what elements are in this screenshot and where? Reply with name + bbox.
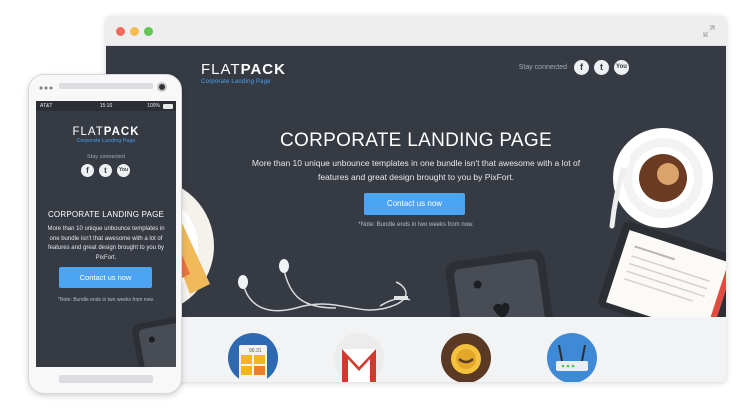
browser-titlebar bbox=[106, 16, 726, 46]
coffee-app-icon bbox=[441, 333, 491, 382]
phone-screen: AT&T 15:10 100% FLATPACK Corporate Landi… bbox=[36, 101, 176, 367]
earphone-jack bbox=[394, 296, 408, 300]
calculator-app-icon: 90.31 bbox=[228, 333, 278, 382]
hero-title: CORPORATE LANDING PAGE bbox=[280, 130, 552, 151]
mobile-twitter-icon[interactable]: t bbox=[99, 164, 112, 177]
mobile-stay-connected-label: Stay connected bbox=[87, 154, 125, 160]
mobile-logo-wordmark: FLATPACK bbox=[72, 126, 140, 138]
tablet-illustration bbox=[598, 221, 726, 317]
phone-speaker bbox=[59, 83, 153, 89]
mobile-bundle-note: *Note: Bundle ends in two weeks from now… bbox=[57, 297, 155, 303]
logo-subtitle: Corporate Landing Page bbox=[201, 79, 271, 85]
mobile-logo[interactable]: FLATPACK Corporate Landing Page bbox=[36, 126, 176, 145]
gmail-app-icon bbox=[334, 333, 384, 382]
battery-icon bbox=[163, 104, 173, 109]
hero-section: FLATPACK Corporate Landing Page Stay con… bbox=[106, 46, 726, 317]
earbud-right bbox=[279, 259, 289, 273]
svg-text:90.31: 90.31 bbox=[249, 348, 262, 354]
speaker-grille-icon bbox=[39, 86, 53, 90]
apps-section: 90.31 bbox=[106, 317, 726, 382]
mobile-facebook-icon[interactable]: f bbox=[81, 164, 94, 177]
iphone-illustration bbox=[445, 250, 555, 317]
mobile-social-links: f t You bbox=[81, 164, 131, 178]
desktop-logo[interactable]: FLATPACK Corporate Landing Page bbox=[201, 62, 286, 86]
facebook-icon[interactable]: f bbox=[574, 60, 589, 75]
stay-connected-label: Stay connected bbox=[518, 64, 567, 71]
mobile-youtube-icon[interactable]: You bbox=[117, 164, 130, 177]
phone-camera bbox=[157, 82, 167, 92]
close-window-button[interactable] bbox=[116, 27, 125, 36]
battery-label: 100% bbox=[147, 103, 160, 109]
contact-us-button[interactable]: Contact us now bbox=[364, 193, 465, 215]
mobile-phone-mockup: AT&T 15:10 100% FLATPACK Corporate Landi… bbox=[28, 74, 182, 394]
earphones-illustration bbox=[241, 269, 411, 312]
maximize-window-button[interactable] bbox=[144, 27, 153, 36]
mobile-hero-title: CORPORATE LANDING PAGE bbox=[47, 210, 165, 219]
earbud-left bbox=[238, 275, 248, 289]
mobile-hero-description: More than 10 unique unbounce templates i… bbox=[47, 226, 165, 261]
mobile-logo-subtitle: Corporate Landing Page bbox=[76, 138, 136, 144]
twitter-icon[interactable]: t bbox=[594, 60, 609, 75]
desktop-browser-window: FLATPACK Corporate Landing Page Stay con… bbox=[106, 16, 726, 382]
bundle-note: *Note: Bundle ends in two weeks from now… bbox=[358, 222, 474, 228]
logo-wordmark: FLATPACK bbox=[201, 61, 286, 78]
mobile-contact-us-button[interactable]: Contact us now bbox=[59, 267, 152, 288]
hero-description: More than 10 unique unbounce templates i… bbox=[251, 158, 581, 182]
status-bar: AT&T 15:10 100% bbox=[36, 101, 176, 111]
expand-icon[interactable] bbox=[702, 24, 716, 38]
minimize-window-button[interactable] bbox=[130, 27, 139, 36]
mobile-iphone-illustration bbox=[132, 315, 176, 367]
router-app-icon bbox=[547, 333, 597, 382]
phone-home-bar bbox=[59, 375, 153, 383]
youtube-icon[interactable]: You bbox=[614, 60, 629, 75]
